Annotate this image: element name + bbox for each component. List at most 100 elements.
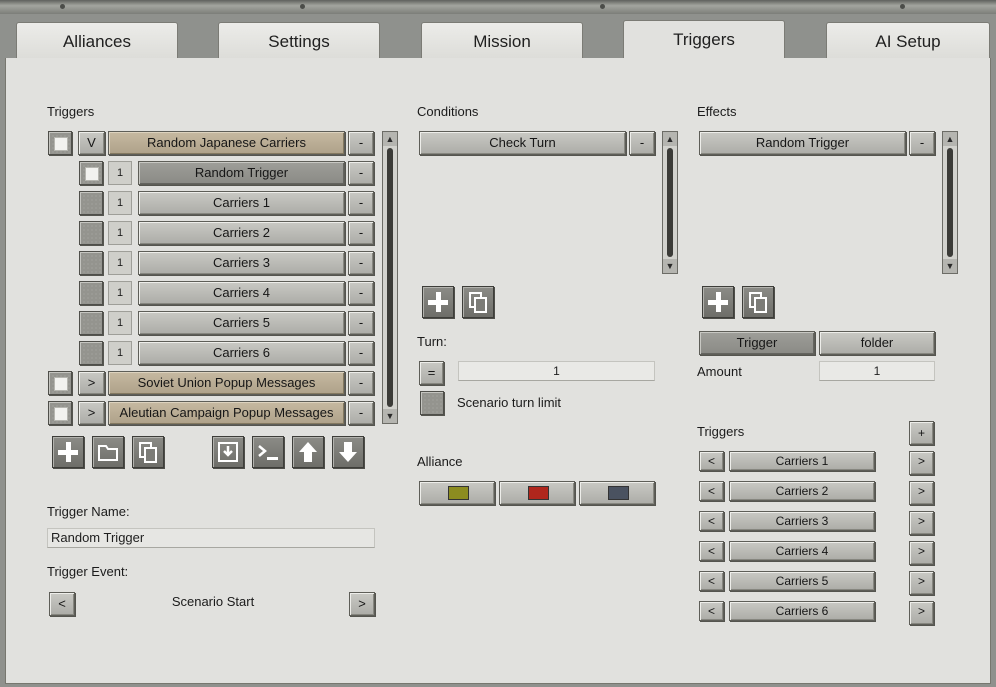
alliance-button-gray[interactable]: [579, 481, 655, 505]
turn-limit-checkbox[interactable]: [420, 391, 444, 415]
effect-trigger-next-button[interactable]: >: [909, 511, 934, 535]
effect-trigger-next-button[interactable]: >: [909, 601, 934, 625]
remove-trigger-button[interactable]: -: [348, 311, 374, 335]
conditions-scrollbar[interactable]: ▲ ▼: [662, 131, 678, 274]
effect-trigger-prev-button[interactable]: <: [699, 601, 724, 621]
effect-trigger-prev-button[interactable]: <: [699, 571, 724, 591]
effect-trigger-item[interactable]: Carriers 4: [729, 541, 875, 561]
amount-input[interactable]: 1: [819, 361, 935, 381]
trigger-enable-checkbox[interactable]: [79, 311, 103, 335]
effect-trigger-prev-button[interactable]: <: [699, 451, 724, 471]
trigger-enable-checkbox[interactable]: [79, 251, 103, 275]
mode-folder-button[interactable]: folder: [819, 331, 935, 355]
turn-operator-button[interactable]: =: [419, 361, 444, 385]
trigger-enable-checkbox[interactable]: [79, 161, 103, 185]
effect-trigger-next-button[interactable]: >: [909, 541, 934, 565]
effect-trigger-item[interactable]: Carriers 1: [729, 451, 875, 471]
trigger-folder-item[interactable]: Soviet Union Popup Messages: [108, 371, 345, 395]
add-trigger-button[interactable]: [52, 436, 84, 468]
trigger-item[interactable]: Carriers 6: [138, 341, 345, 365]
scroll-down-icon[interactable]: ▼: [663, 259, 677, 273]
effect-trigger-prev-button[interactable]: <: [699, 481, 724, 501]
scroll-thumb[interactable]: [947, 148, 953, 257]
trigger-folder-item[interactable]: Aleutian Campaign Popup Messages: [108, 401, 345, 425]
event-next-button[interactable]: >: [349, 592, 375, 616]
effect-trigger-next-button[interactable]: >: [909, 451, 934, 475]
move-down-button[interactable]: [332, 436, 364, 468]
add-condition-button[interactable]: [422, 286, 454, 318]
add-effect-trigger-button[interactable]: +: [909, 421, 934, 445]
tab-settings[interactable]: Settings: [218, 22, 380, 60]
trigger-folder-item[interactable]: Random Japanese Carriers: [108, 131, 345, 155]
trigger-enable-checkbox[interactable]: [48, 131, 72, 155]
remove-trigger-button[interactable]: -: [348, 401, 374, 425]
trigger-enable-checkbox[interactable]: [79, 281, 103, 305]
remove-trigger-button[interactable]: -: [348, 191, 374, 215]
remove-effect-button[interactable]: -: [909, 131, 935, 155]
scroll-down-icon[interactable]: ▼: [383, 409, 397, 423]
add-folder-button[interactable]: [92, 436, 124, 468]
remove-condition-button[interactable]: -: [629, 131, 655, 155]
folder-expand-button[interactable]: >: [78, 401, 105, 425]
turn-value-input[interactable]: 1: [458, 361, 655, 381]
trigger-item[interactable]: Carriers 1: [138, 191, 345, 215]
alliance-button-red[interactable]: [499, 481, 575, 505]
effect-trigger-next-button[interactable]: >: [909, 571, 934, 595]
trigger-enable-checkbox[interactable]: [79, 341, 103, 365]
remove-trigger-button[interactable]: -: [348, 281, 374, 305]
trigger-item[interactable]: Carriers 2: [138, 221, 345, 245]
scroll-up-icon[interactable]: ▲: [663, 132, 677, 146]
tab-triggers[interactable]: Triggers: [623, 20, 785, 60]
alliance-button-green[interactable]: [419, 481, 495, 505]
effect-trigger-prev-button[interactable]: <: [699, 511, 724, 531]
import-trigger-button[interactable]: [212, 436, 244, 468]
effect-item[interactable]: Random Trigger: [699, 131, 906, 155]
trigger-list-scrollbar[interactable]: ▲ ▼: [382, 131, 398, 424]
plus-icon: [428, 292, 448, 312]
tab-ai-setup[interactable]: AI Setup: [826, 22, 990, 60]
remove-trigger-button[interactable]: -: [348, 341, 374, 365]
folder-collapse-button[interactable]: V: [78, 131, 105, 155]
remove-trigger-button[interactable]: -: [348, 221, 374, 245]
tab-alliances[interactable]: Alliances: [16, 22, 178, 60]
trigger-enable-checkbox[interactable]: [48, 401, 72, 425]
remove-trigger-button[interactable]: -: [348, 131, 374, 155]
effect-trigger-item[interactable]: Carriers 6: [729, 601, 875, 621]
effect-trigger-item[interactable]: Carriers 3: [729, 511, 875, 531]
remove-trigger-button[interactable]: -: [348, 251, 374, 275]
remove-trigger-button[interactable]: -: [348, 371, 374, 395]
effect-trigger-next-button[interactable]: >: [909, 481, 934, 505]
trigger-enable-checkbox[interactable]: [79, 191, 103, 215]
event-prev-button[interactable]: <: [49, 592, 75, 616]
trigger-item[interactable]: Carriers 5: [138, 311, 345, 335]
effect-trigger-item[interactable]: Carriers 5: [729, 571, 875, 591]
trigger-item[interactable]: Carriers 3: [138, 251, 345, 275]
scroll-up-icon[interactable]: ▲: [943, 132, 957, 146]
arrow-down-icon: [339, 442, 357, 462]
console-button[interactable]: [252, 436, 284, 468]
tab-mission[interactable]: Mission: [421, 22, 583, 60]
trigger-item[interactable]: Carriers 4: [138, 281, 345, 305]
conditions-heading: Conditions: [417, 104, 479, 119]
mode-trigger-button[interactable]: Trigger: [699, 331, 815, 355]
effect-trigger-item[interactable]: Carriers 2: [729, 481, 875, 501]
move-up-button[interactable]: [292, 436, 324, 468]
trigger-enable-checkbox[interactable]: [79, 221, 103, 245]
condition-item[interactable]: Check Turn: [419, 131, 626, 155]
effect-trigger-prev-button[interactable]: <: [699, 541, 724, 561]
window-frame-top: [0, 0, 996, 14]
scroll-thumb[interactable]: [387, 148, 393, 407]
effects-scrollbar[interactable]: ▲ ▼: [942, 131, 958, 274]
copy-effect-button[interactable]: [742, 286, 774, 318]
remove-trigger-button[interactable]: -: [348, 161, 374, 185]
copy-condition-button[interactable]: [462, 286, 494, 318]
trigger-enable-checkbox[interactable]: [48, 371, 72, 395]
scroll-down-icon[interactable]: ▼: [943, 259, 957, 273]
trigger-name-input[interactable]: Random Trigger: [47, 528, 375, 548]
trigger-item-selected[interactable]: Random Trigger: [138, 161, 345, 185]
folder-expand-button[interactable]: >: [78, 371, 105, 395]
copy-trigger-button[interactable]: [132, 436, 164, 468]
scroll-up-icon[interactable]: ▲: [383, 132, 397, 146]
add-effect-button[interactable]: [702, 286, 734, 318]
scroll-thumb[interactable]: [667, 148, 673, 257]
